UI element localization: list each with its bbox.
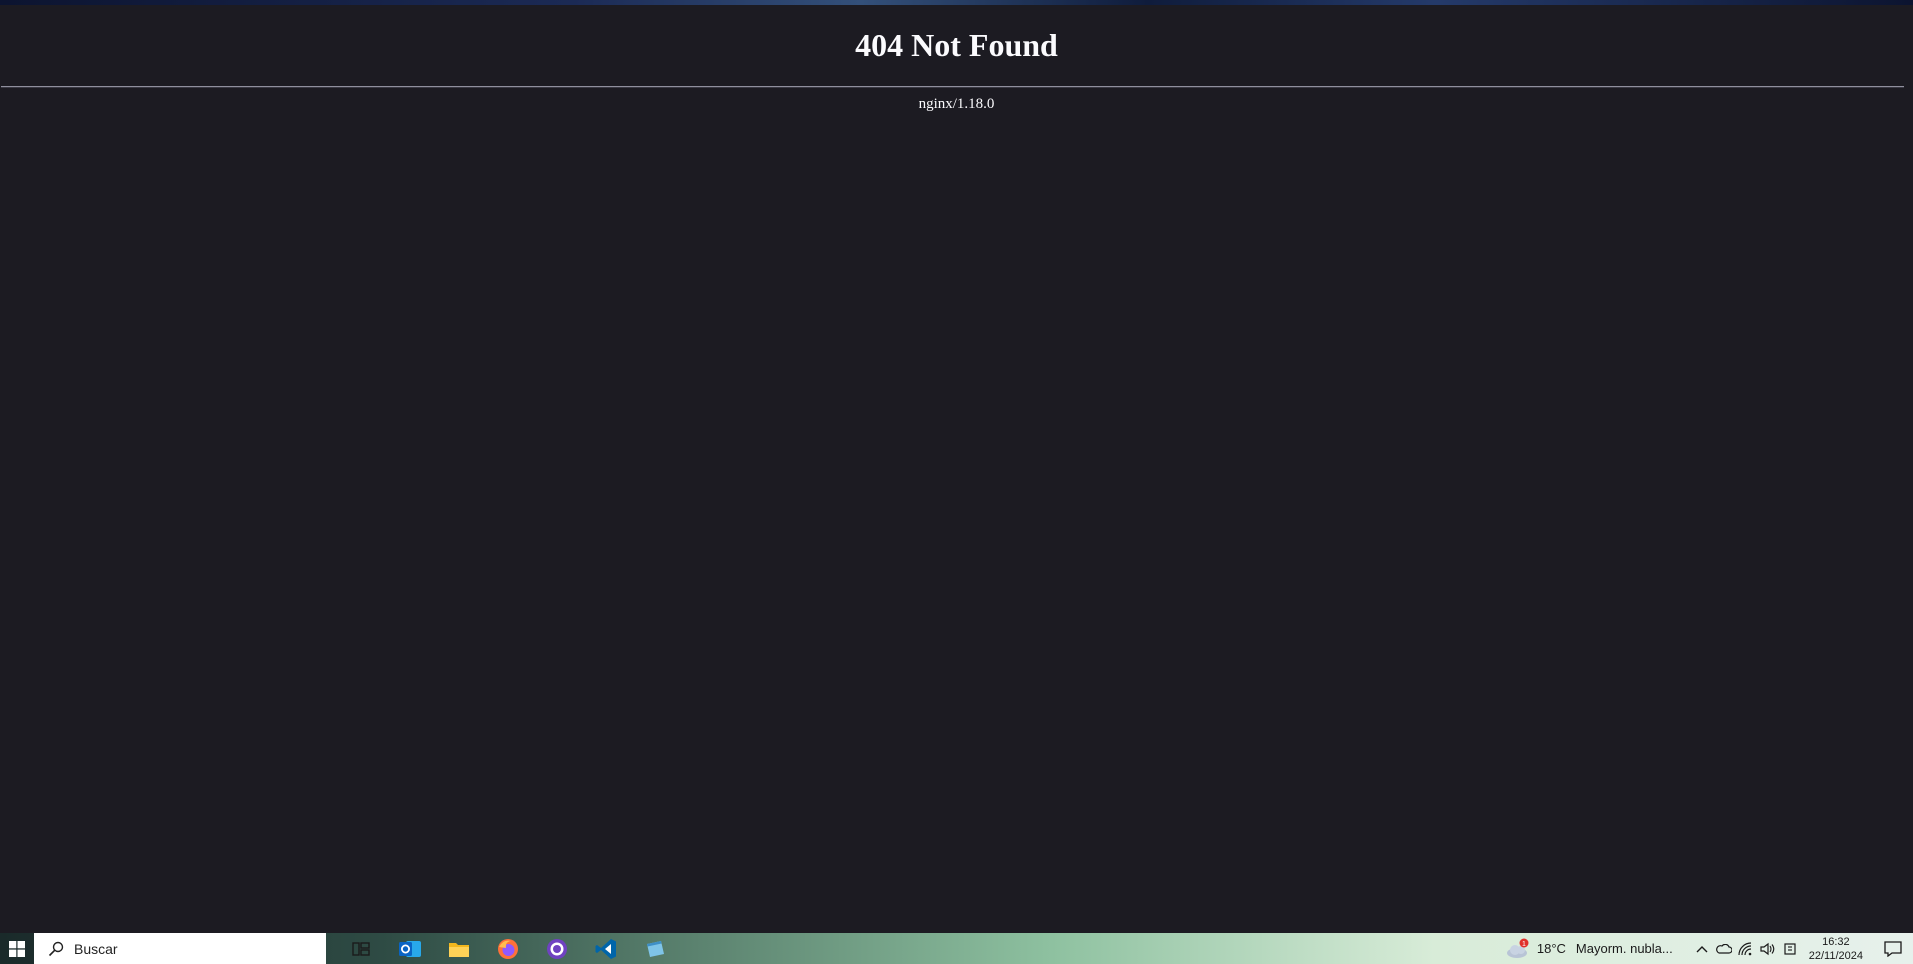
pinned-apps — [336, 933, 679, 964]
clock-time: 16:32 — [1822, 935, 1850, 948]
clock-date: 22/11/2024 — [1808, 949, 1863, 962]
browser-page: 404 Not Found nginx/1.18.0 — [0, 5, 1913, 933]
network-tray-button[interactable] — [1735, 933, 1757, 964]
error-heading: 404 Not Found — [855, 27, 1058, 63]
github-desktop-icon — [546, 938, 567, 959]
notification-icon — [1884, 940, 1902, 957]
onedrive-tray-button[interactable] — [1713, 933, 1735, 964]
notepad-icon — [646, 940, 664, 957]
taskbar-search-box[interactable]: Buscar — [34, 933, 326, 964]
outlook-icon — [398, 940, 421, 957]
weather-alert-badge: 1 — [1522, 941, 1526, 948]
speaker-icon — [1760, 942, 1775, 955]
outlook-app-button[interactable] — [385, 933, 434, 964]
action-center-button[interactable] — [1873, 933, 1913, 964]
vscode-app-button[interactable] — [581, 933, 630, 964]
volume-tray-button[interactable] — [1757, 933, 1779, 964]
firefox-icon — [497, 938, 518, 959]
task-view-button[interactable] — [336, 933, 385, 964]
cloud-weather-icon: 1 — [1506, 938, 1529, 958]
server-signature: nginx/1.18.0 — [918, 96, 995, 112]
weather-widget[interactable]: 1 18°C Mayorm. nubla... — [1505, 938, 1673, 960]
search-icon — [48, 941, 64, 956]
taskbar-clock[interactable]: 16:32 22/11/2024 — [1809, 935, 1863, 963]
task-view-icon — [351, 941, 370, 956]
language-tray-button[interactable] — [1779, 933, 1801, 964]
wifi-icon — [1738, 941, 1752, 955]
windows-taskbar: Buscar 1 18°C Mayorm. nubla... 16:32 22/… — [0, 933, 1913, 964]
windows-logo-icon — [9, 940, 25, 957]
folder-icon — [448, 942, 469, 957]
show-hidden-icons-button[interactable] — [1691, 933, 1713, 964]
onedrive-cloud-icon — [1715, 943, 1732, 954]
search-placeholder: Buscar — [74, 940, 118, 957]
github-desktop-button[interactable] — [532, 933, 581, 964]
chevron-up-icon — [1696, 945, 1708, 952]
weather-temperature: 18°C — [1536, 941, 1566, 956]
notepad-app-button[interactable] — [630, 933, 679, 964]
weather-condition: Mayorm. nubla... — [1575, 941, 1673, 956]
system-tray: 1 18°C Mayorm. nubla... 16:32 22/11/2024 — [1505, 933, 1913, 964]
firefox-app-button[interactable] — [483, 933, 532, 964]
horizontal-rule — [1, 86, 1904, 88]
vscode-icon — [595, 938, 616, 959]
input-method-icon — [1784, 942, 1796, 955]
start-button[interactable] — [0, 933, 34, 964]
file-explorer-button[interactable] — [434, 933, 483, 964]
